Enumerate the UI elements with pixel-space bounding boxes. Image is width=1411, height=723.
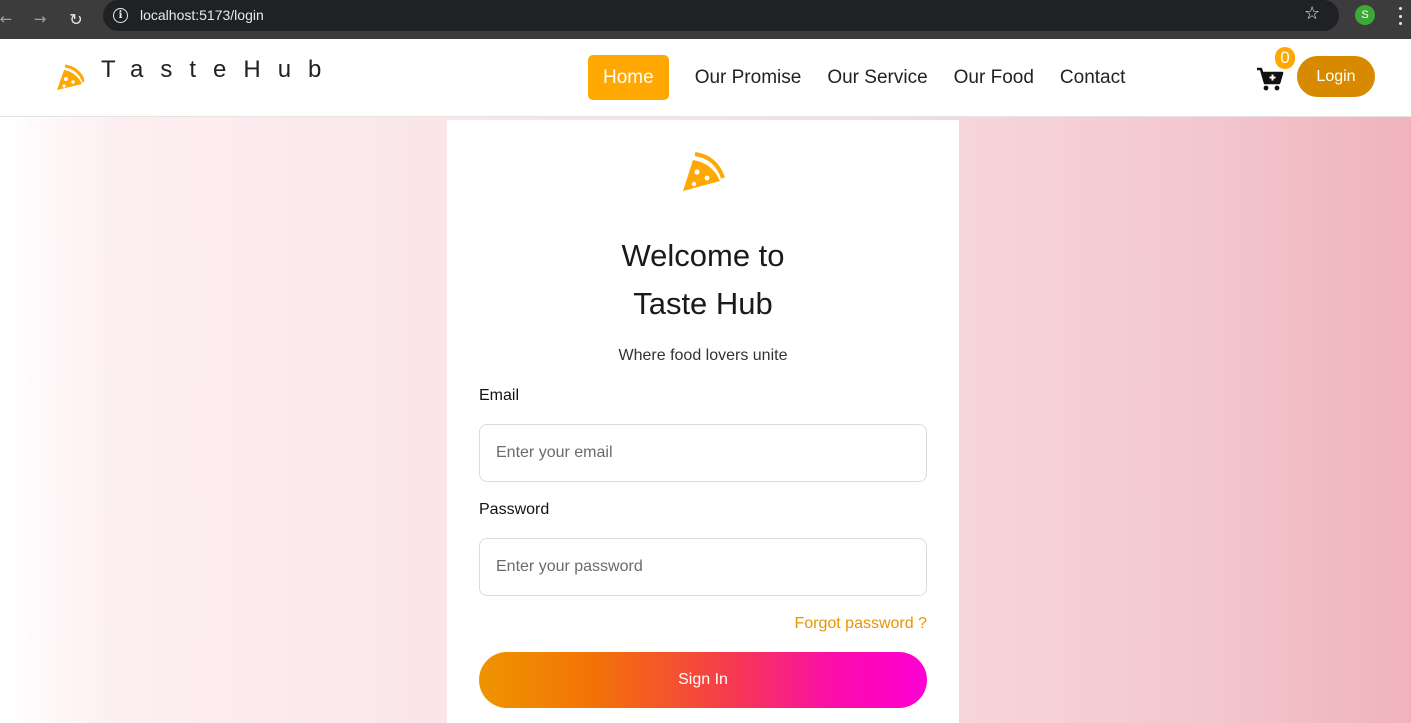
password-field[interactable]: [479, 538, 927, 596]
browser-toolbar: ← → ↻ i localhost:5173/login ☆ S: [0, 0, 1411, 39]
nav-our-food[interactable]: Our Food: [954, 55, 1034, 100]
title-line-1: Welcome to: [621, 238, 785, 273]
nav-contact[interactable]: Contact: [1060, 55, 1125, 100]
welcome-title: Welcome to Taste Hub: [447, 232, 959, 328]
forgot-password-link[interactable]: Forgot password ?: [794, 615, 927, 633]
back-arrow-icon[interactable]: ←: [0, 7, 18, 31]
pizza-slice-icon[interactable]: [54, 63, 84, 93]
nav-home[interactable]: Home: [588, 55, 669, 100]
login-card: Welcome to Taste Hub Where food lovers u…: [447, 120, 959, 723]
forward-arrow-icon[interactable]: →: [28, 7, 52, 31]
nav-our-promise[interactable]: Our Promise: [695, 55, 802, 100]
brand-name[interactable]: TasteHub: [101, 56, 338, 84]
reload-icon[interactable]: ↻: [64, 7, 88, 31]
browser-menu-icon[interactable]: [1393, 7, 1407, 25]
address-bar[interactable]: i localhost:5173/login ☆: [103, 0, 1339, 31]
password-label: Password: [479, 501, 550, 518]
login-button[interactable]: Login: [1297, 56, 1375, 97]
main-nav: Home Our Promise Our Service Our Food Co…: [588, 55, 1151, 100]
sign-in-button[interactable]: Sign In: [479, 652, 927, 708]
pizza-slice-icon: [683, 152, 725, 191]
tagline: Where food lovers unite: [618, 347, 788, 364]
bookmark-star-icon[interactable]: ☆: [1304, 3, 1320, 24]
nav-our-service[interactable]: Our Service: [827, 55, 927, 100]
title-line-2: Taste Hub: [633, 286, 773, 321]
cart-count-badge: 0: [1275, 47, 1295, 69]
site-header: TasteHub Home Our Promise Our Service Ou…: [0, 39, 1411, 117]
cart-icon[interactable]: [1256, 66, 1284, 92]
profile-avatar[interactable]: S: [1355, 5, 1375, 25]
email-field[interactable]: [479, 424, 927, 482]
email-label: Email: [479, 387, 520, 404]
url-text[interactable]: localhost:5173/login: [140, 7, 264, 23]
site-info-icon[interactable]: i: [113, 8, 128, 23]
